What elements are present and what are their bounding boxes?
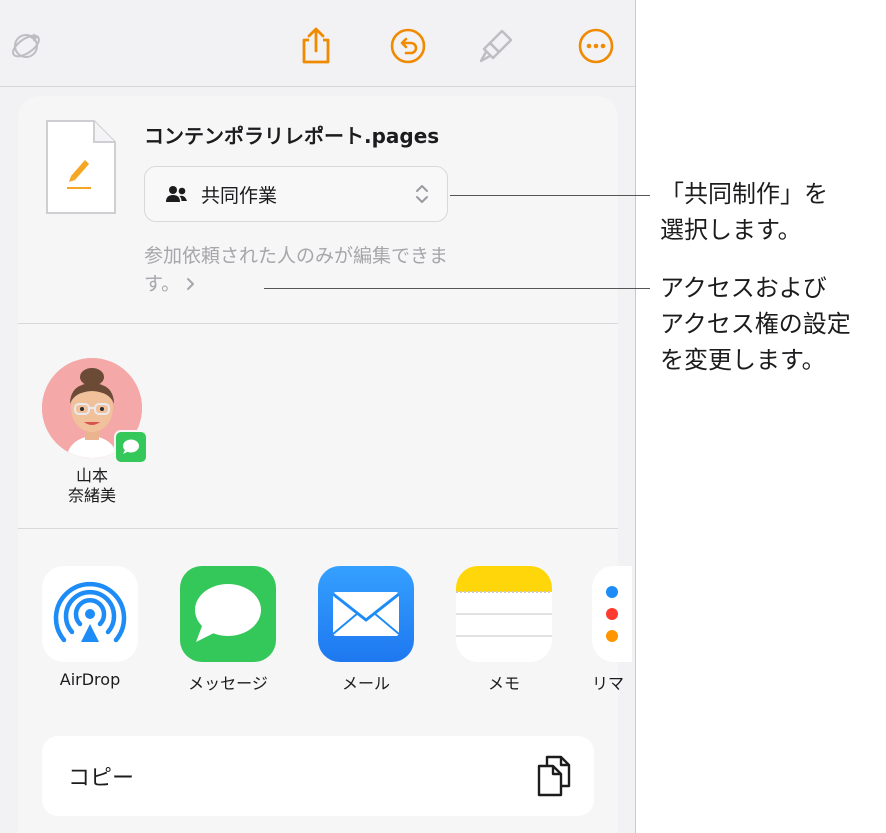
collaborate-popup-button[interactable]: 共同作業 xyxy=(144,166,448,222)
app-label: メモ xyxy=(487,674,520,693)
copy-button[interactable]: コピー xyxy=(42,736,594,816)
undo-icon[interactable] xyxy=(388,26,428,66)
chevron-up-down-icon xyxy=(415,183,429,209)
app-label: メール xyxy=(341,674,390,693)
callout-line-access xyxy=(264,288,650,289)
callout-text: を変更します。 xyxy=(660,346,826,374)
app-label: AirDrop xyxy=(59,670,121,689)
reminders-icon xyxy=(592,566,632,662)
more-icon[interactable] xyxy=(576,26,616,66)
app-mail[interactable]: メール xyxy=(316,566,416,694)
app-messages[interactable]: メッセージ xyxy=(178,566,278,694)
contact-name-line1: 山本 xyxy=(75,466,108,485)
app-label: リマ xyxy=(592,674,625,693)
share-icon[interactable] xyxy=(296,26,336,66)
app-notes[interactable]: メモ xyxy=(454,566,554,694)
share-sheet: コンテンポラリレポート.pages 共同作業 参加依頼された人のみが編集できます… xyxy=(18,96,632,833)
toolbar xyxy=(0,0,635,87)
section-divider xyxy=(18,528,618,529)
messages-icon xyxy=(180,566,276,662)
app-airdrop[interactable]: AirDrop xyxy=(40,566,140,689)
callout-access: アクセスおよび アクセス権の設定 を変更します。 xyxy=(660,270,851,378)
access-settings-link[interactable]: 参加依頼された人のみが編集できます。 xyxy=(144,242,464,299)
contact-suggestion[interactable]: 山本 奈緒美 xyxy=(42,358,148,518)
messages-badge-icon xyxy=(114,430,148,464)
copy-icon xyxy=(536,754,572,802)
notes-icon xyxy=(456,566,552,662)
callout-text: 選択します。 xyxy=(660,216,802,244)
share-screen: コンテンポラリレポート.pages 共同作業 参加依頼された人のみが編集できます… xyxy=(0,0,636,833)
copy-label: コピー xyxy=(68,766,135,791)
app-reminders[interactable]: リマ xyxy=(592,566,632,694)
callout-text: アクセス権の設定 xyxy=(660,310,851,338)
collaborate-label: 共同作業 xyxy=(201,185,278,207)
people-icon xyxy=(165,185,189,207)
chevron-right-icon xyxy=(186,271,195,299)
app-label: メッセージ xyxy=(188,674,268,693)
contact-name: 山本 奈緒美 xyxy=(42,466,142,506)
paintbrush-icon[interactable] xyxy=(476,26,516,66)
mail-icon xyxy=(318,566,414,662)
callout-text: 「共同制作」を xyxy=(660,180,828,208)
airdrop-icon xyxy=(42,566,138,662)
section-divider xyxy=(18,323,618,324)
document-thumbnail-icon xyxy=(44,118,118,220)
magic-icon[interactable] xyxy=(6,26,46,66)
callout-text: アクセスおよび xyxy=(660,274,827,302)
contact-name-line2: 奈緒美 xyxy=(67,486,116,505)
callout-line-collaborate xyxy=(450,195,650,196)
document-title: コンテンポラリレポート.pages xyxy=(144,124,440,148)
callout-collaborate: 「共同制作」を 選択します。 xyxy=(660,176,828,248)
